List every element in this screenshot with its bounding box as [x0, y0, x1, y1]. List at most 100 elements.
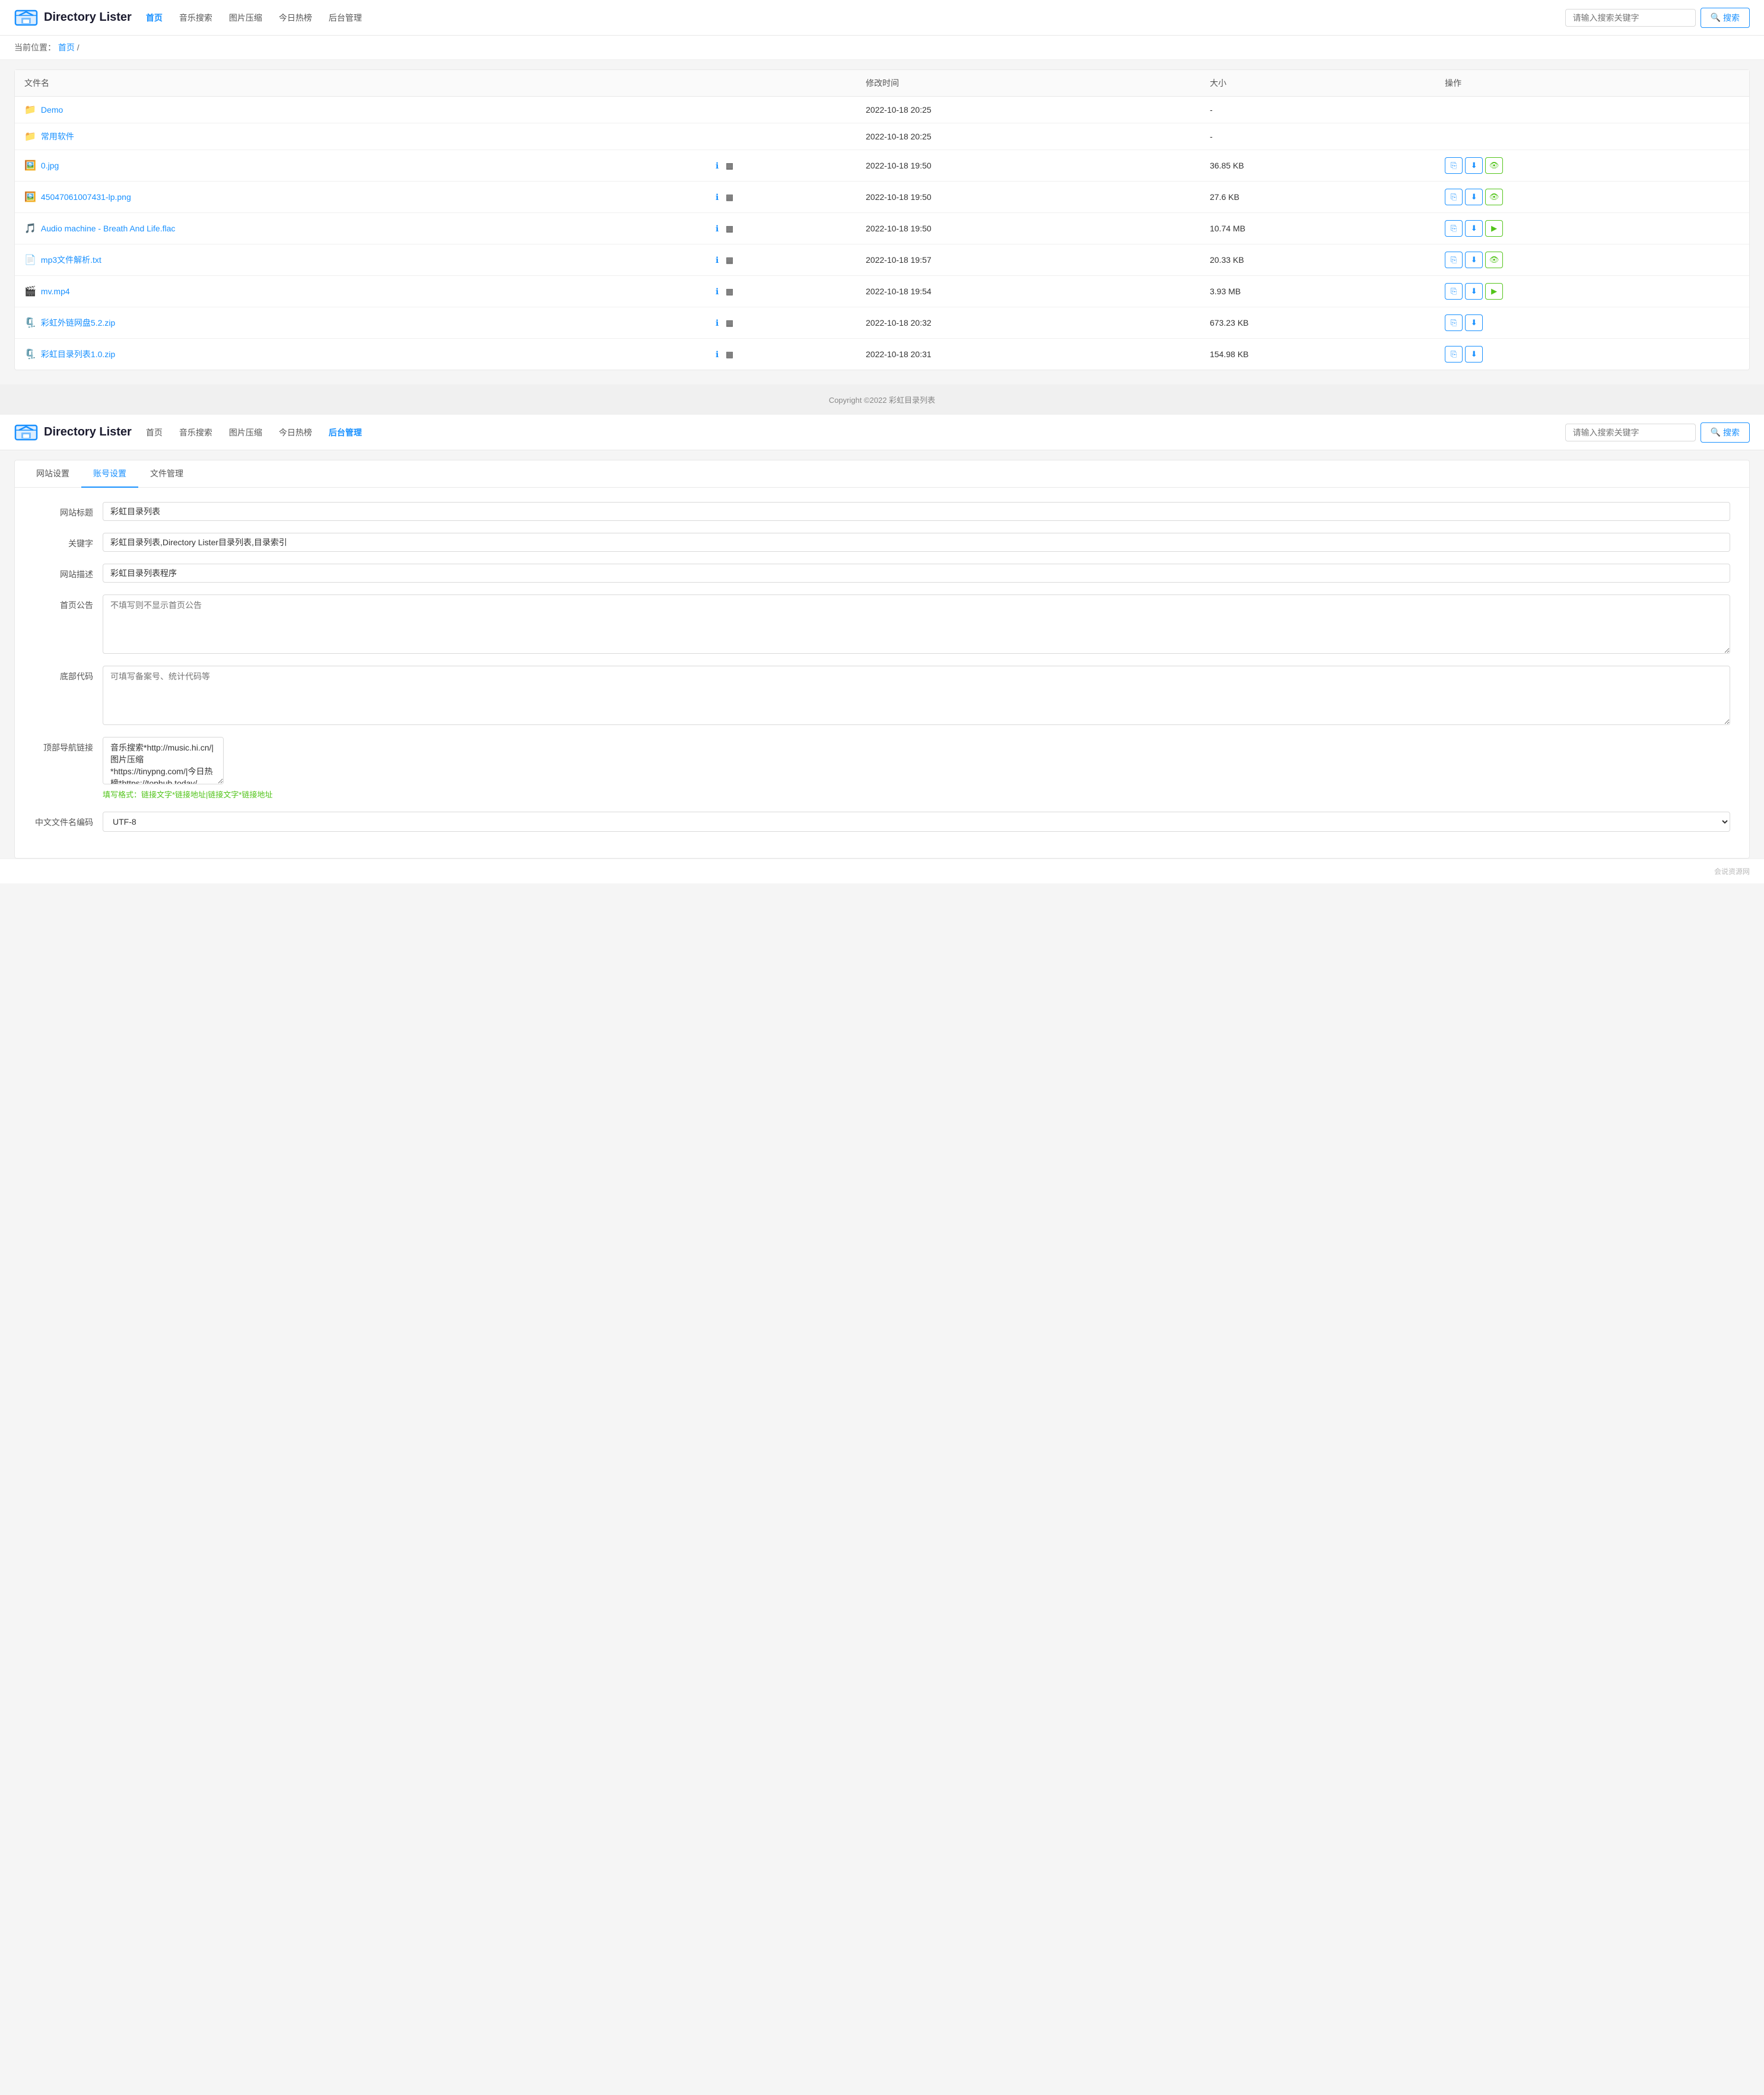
header-1: Directory Lister 首页 音乐搜索 图片压缩 今日热榜 后台管理 …	[0, 0, 1764, 36]
info-icon[interactable]: ℹ	[716, 192, 719, 202]
table-row: 🖼️ 45047061007431-lp.png ℹ ▦ 2022-10-18 …	[15, 182, 1749, 213]
file-size: 154.98 KB	[1200, 339, 1435, 370]
textarea-nav-links[interactable]: 音乐搜索*http://music.hi.cn/|图片压缩*https://ti…	[103, 737, 224, 784]
logo-link-1[interactable]: Directory Lister	[14, 6, 132, 30]
table-row: 📁 常用软件 2022-10-18 20:25-	[15, 123, 1749, 150]
file-size: -	[1200, 97, 1435, 123]
search-input-1[interactable]	[1565, 9, 1696, 27]
copy-button[interactable]: ⎘	[1445, 220, 1463, 237]
page-1: Directory Lister 首页 音乐搜索 图片压缩 今日热榜 后台管理 …	[0, 0, 1764, 370]
qr-icon[interactable]: ▦	[726, 287, 733, 296]
nav-links-hint: 填写格式：链接文字*链接地址|链接文字*链接地址	[103, 789, 1730, 800]
info-icon[interactable]: ℹ	[716, 318, 719, 328]
nav-music-1[interactable]: 音乐搜索	[179, 12, 212, 24]
copy-button[interactable]: ⎘	[1445, 283, 1463, 300]
download-button[interactable]: ⬇	[1465, 252, 1483, 268]
nav-home-2[interactable]: 首页	[146, 427, 163, 438]
tab-header: 网站设置 账号设置 文件管理	[15, 460, 1749, 488]
file-name-cell: 🗜️ 彩虹外链网盘5.2.zip	[15, 307, 706, 339]
label-keywords: 关键字	[34, 533, 93, 549]
label-announcement: 首页公告	[34, 595, 93, 611]
input-description[interactable]	[103, 564, 1730, 583]
play-button[interactable]: ▶	[1485, 220, 1503, 237]
preview-button[interactable]: 👁	[1485, 157, 1503, 174]
qr-icon[interactable]: ▦	[726, 255, 733, 265]
file-meta-icons: ℹ ▦	[706, 276, 856, 307]
file-name-link[interactable]: 彩虹目录列表1.0.zip	[41, 348, 115, 360]
copy-button[interactable]: ⎘	[1445, 346, 1463, 363]
textarea-footer-code[interactable]	[103, 666, 1730, 725]
copy-button[interactable]: ⎘	[1445, 157, 1463, 174]
file-meta-icons: ℹ ▦	[706, 244, 856, 276]
copy-button[interactable]: ⎘	[1445, 314, 1463, 331]
file-name-link[interactable]: mv.mp4	[41, 287, 70, 296]
download-button[interactable]: ⬇	[1465, 314, 1483, 331]
file-meta-icons: ℹ ▦	[706, 213, 856, 244]
copy-button[interactable]: ⎘	[1445, 189, 1463, 205]
file-name-cell: 🖼️ 0.jpg	[15, 150, 706, 182]
file-type-icon: 🎬	[24, 285, 36, 297]
info-icon[interactable]: ℹ	[716, 161, 719, 170]
file-name-link[interactable]: 常用软件	[41, 131, 74, 142]
info-icon[interactable]: ℹ	[716, 287, 719, 296]
input-keywords[interactable]	[103, 533, 1730, 552]
info-icon[interactable]: ℹ	[716, 349, 719, 359]
nav-admin-1[interactable]: 后台管理	[329, 12, 362, 24]
col-filename: 文件名	[15, 70, 706, 97]
qr-icon[interactable]: ▦	[726, 192, 733, 202]
file-type-icon: 📄	[24, 254, 36, 266]
col-size: 大小	[1200, 70, 1435, 97]
file-name-link[interactable]: 45047061007431-lp.png	[41, 192, 131, 202]
file-name-cell: 🖼️ 45047061007431-lp.png	[15, 182, 706, 213]
tab-site-settings[interactable]: 网站设置	[24, 460, 81, 488]
nav-home-1[interactable]: 首页	[146, 12, 163, 24]
search-icon-1: 🔍	[1711, 12, 1721, 23]
download-button[interactable]: ⬇	[1465, 283, 1483, 300]
table-row: 🗜️ 彩虹目录列表1.0.zip ℹ ▦ 2022-10-18 20:31154…	[15, 339, 1749, 370]
file-modified: 2022-10-18 19:50	[856, 182, 1200, 213]
info-icon[interactable]: ℹ	[716, 255, 719, 265]
qr-icon[interactable]: ▦	[726, 349, 733, 359]
search-input-2[interactable]	[1565, 424, 1696, 441]
nav-hot-1[interactable]: 今日热榜	[279, 12, 312, 24]
logo-icon-1	[14, 6, 38, 30]
preview-button[interactable]: 👁	[1485, 252, 1503, 268]
tab-file-management[interactable]: 文件管理	[138, 460, 195, 488]
nav-image-1[interactable]: 图片压缩	[229, 12, 262, 24]
info-icon[interactable]: ℹ	[716, 224, 719, 233]
textarea-announcement[interactable]	[103, 595, 1730, 654]
qr-icon[interactable]: ▦	[726, 318, 733, 328]
qr-icon[interactable]: ▦	[726, 161, 733, 170]
search-button-2[interactable]: 🔍 搜索	[1701, 422, 1750, 443]
download-button[interactable]: ⬇	[1465, 220, 1483, 237]
select-encoding[interactable]: UTF-8 GBK	[103, 812, 1730, 832]
file-name-cell: 🗜️ 彩虹目录列表1.0.zip	[15, 339, 706, 370]
logo-link-2[interactable]: Directory Lister	[14, 421, 132, 444]
table-row: 🎬 mv.mp4 ℹ ▦ 2022-10-18 19:543.93 MB⎘⬇▶	[15, 276, 1749, 307]
file-name-link[interactable]: Demo	[41, 105, 63, 115]
breadcrumb-home[interactable]: 首页	[58, 43, 75, 52]
file-name-link[interactable]: mp3文件解析.txt	[41, 254, 101, 266]
download-button[interactable]: ⬇	[1465, 157, 1483, 174]
play-button[interactable]: ▶	[1485, 283, 1503, 300]
file-name-link[interactable]: 0.jpg	[41, 161, 59, 170]
file-name-cell: 📁 Demo	[15, 97, 706, 123]
nav-admin-2[interactable]: 后台管理	[329, 427, 362, 438]
file-name-cell: 📁 常用软件	[15, 123, 706, 150]
nav-music-2[interactable]: 音乐搜索	[179, 427, 212, 438]
copy-button[interactable]: ⎘	[1445, 252, 1463, 268]
file-name-link[interactable]: 彩虹外链网盘5.2.zip	[41, 317, 115, 329]
logo-text-2: Directory Lister	[44, 425, 132, 439]
preview-button[interactable]: 👁	[1485, 189, 1503, 205]
qr-icon[interactable]: ▦	[726, 224, 733, 233]
input-site-title[interactable]	[103, 502, 1730, 521]
download-button[interactable]: ⬇	[1465, 346, 1483, 363]
search-button-1[interactable]: 🔍 搜索	[1701, 8, 1750, 28]
tab-account-settings[interactable]: 账号设置	[81, 460, 138, 488]
nav-hot-2[interactable]: 今日热榜	[279, 427, 312, 438]
file-name-link[interactable]: Audio machine - Breath And Life.flac	[41, 224, 175, 233]
nav-image-2[interactable]: 图片压缩	[229, 427, 262, 438]
file-name-cell: 🎬 mv.mp4	[15, 276, 706, 307]
download-button[interactable]: ⬇	[1465, 189, 1483, 205]
file-actions: ⎘⬇▶	[1435, 276, 1749, 307]
